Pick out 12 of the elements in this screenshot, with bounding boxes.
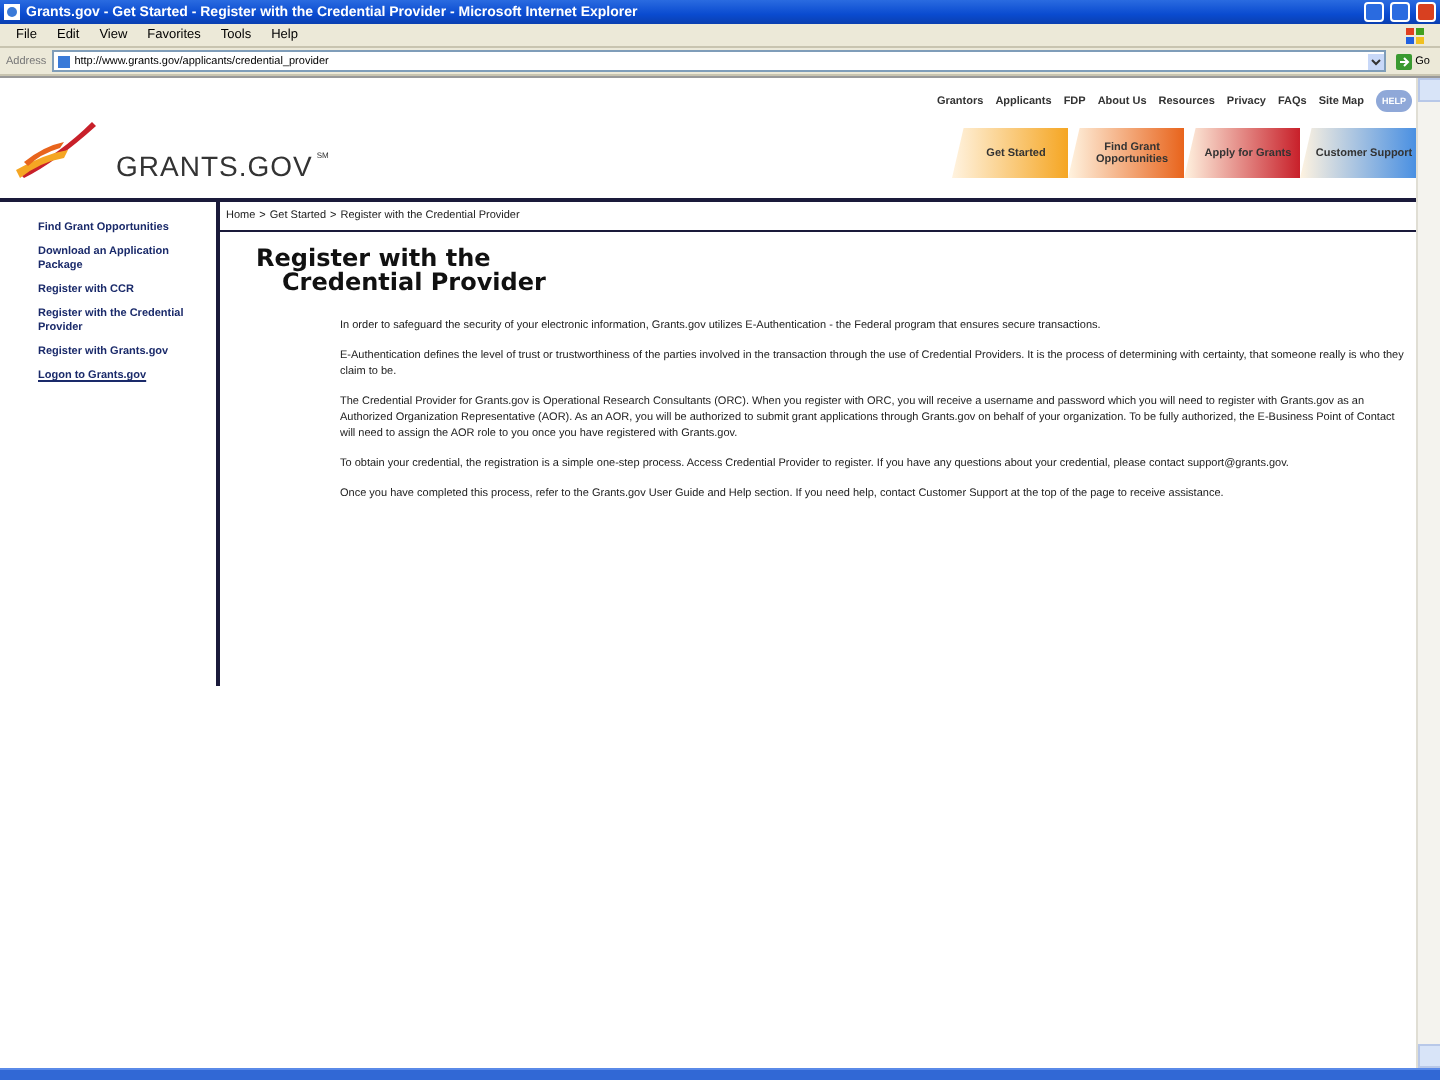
maximize-button[interactable]	[1390, 2, 1410, 22]
arrow-icon	[1395, 53, 1412, 69]
logo-text: GRANTS.GOV	[116, 150, 313, 182]
scrollbar[interactable]	[1416, 78, 1440, 1068]
windows-flag-icon	[1406, 27, 1424, 43]
page-icon	[58, 55, 71, 67]
page-heading: Credential Provider	[282, 270, 548, 294]
page-heading: Register with the	[254, 246, 491, 270]
dropdown-icon	[1367, 53, 1384, 69]
minimize-button[interactable]	[1364, 2, 1384, 22]
browser-icon	[4, 4, 20, 20]
close-button[interactable]	[1416, 2, 1436, 22]
